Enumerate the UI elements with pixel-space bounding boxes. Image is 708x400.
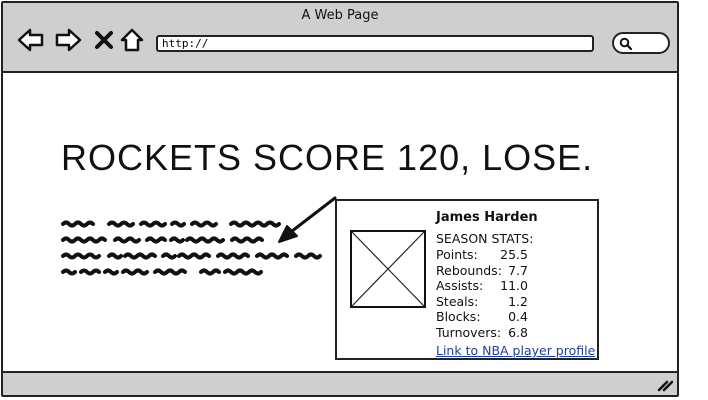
browser-toolbar: A Web Page [3,3,677,73]
back-arrow-icon [17,28,44,52]
stat-row-steals: Steals: 1.2 [436,294,528,310]
player-card: James Harden SEASON STATS: Points: 25.5 … [335,199,599,360]
resize-grip-icon[interactable] [657,378,673,392]
stat-label: Turnovers: [436,325,502,340]
stat-value: 6.8 [508,325,528,340]
browser-window: A Web Page http:// ROCKETS SCORE 120, LO… [1,1,679,397]
search-field[interactable] [612,32,670,54]
stat-row-blocks: Blocks: 0.4 [436,309,528,325]
stat-row-points: Points: 25.5 [436,247,528,263]
stat-label: Points: [436,247,478,262]
player-name: James Harden [436,210,538,225]
stop-button[interactable] [90,26,118,54]
callout-arrow [278,196,337,243]
forward-arrow-icon [55,28,82,52]
home-icon [120,28,144,52]
stat-value: 25.5 [500,247,528,262]
player-profile-link[interactable]: Link to NBA player profile [436,343,595,358]
stat-label: Blocks: [436,309,481,324]
stat-value: 0.4 [508,309,528,324]
stats-title: SEASON STATS: [436,231,534,246]
address-bar[interactable] [156,35,594,52]
window-title: A Web Page [301,8,379,23]
close-x-icon [95,31,113,49]
stat-row-turnovers: Turnovers: 6.8 [436,325,528,341]
page-content: ROCKETS SCORE 120, LOSE. James Harden SE… [3,73,677,373]
forward-button[interactable] [54,26,82,54]
stat-label: Assists: [436,278,484,293]
back-button[interactable] [17,26,45,54]
stat-value: 11.0 [500,278,528,293]
status-bar [3,371,677,395]
search-icon [619,37,633,51]
stat-row-rebounds: Rebounds: 7.7 [436,263,528,279]
home-button[interactable] [118,26,146,54]
stat-label: Steals: [436,294,479,309]
image-placeholder-icon [350,230,426,308]
stat-row-assists: Assists: 11.0 [436,278,528,294]
stat-label: Rebounds: [436,263,502,278]
page-headline: ROCKETS SCORE 120, LOSE. [61,137,594,178]
stat-value: 7.7 [508,263,528,278]
stat-value: 1.2 [508,294,528,309]
